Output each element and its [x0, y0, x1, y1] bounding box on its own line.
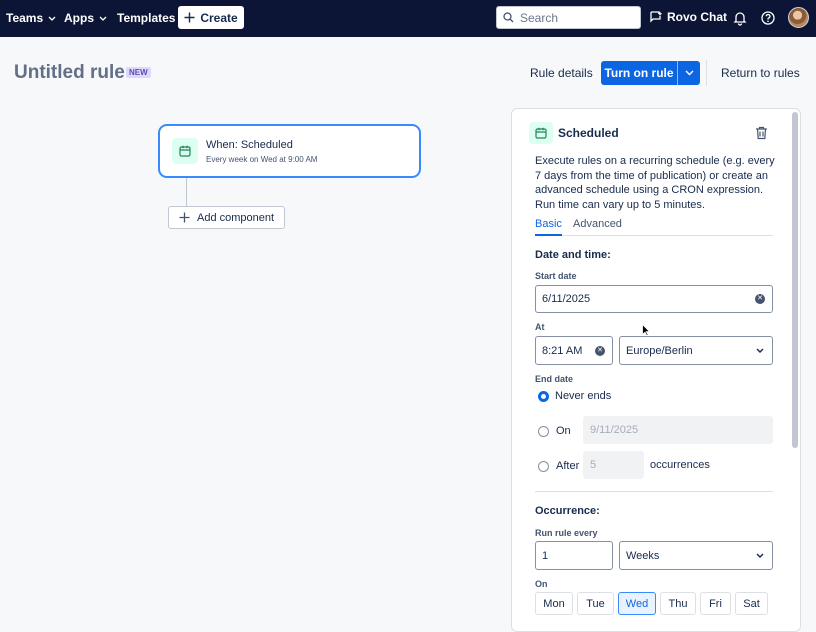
chevron-down-icon	[99, 16, 107, 21]
day-fri[interactable]: Fri	[700, 592, 731, 615]
end-on-option[interactable]: On	[538, 425, 571, 437]
nav-templates[interactable]: Templates	[117, 11, 175, 25]
search-input[interactable]: Search	[496, 6, 641, 29]
top-navigation: Teams Apps Templates Create Search Rovo …	[0, 0, 816, 37]
occurrence-heading: Occurrence:	[535, 505, 600, 517]
end-on-date-value: 9/11/2025	[590, 424, 639, 436]
search-icon	[503, 12, 514, 23]
end-on-label: On	[556, 425, 571, 437]
panel-title: Scheduled	[558, 126, 619, 140]
end-date-label: End date	[535, 374, 574, 384]
return-to-rules-button[interactable]: Return to rules	[721, 66, 800, 80]
rovo-chat-icon	[650, 11, 663, 23]
rovo-chat-label: Rovo Chat	[667, 10, 727, 24]
run-every-unit-select[interactable]: Weeks	[619, 541, 773, 570]
chevron-down-icon	[48, 16, 56, 21]
rule-details-button[interactable]: Rule details	[530, 66, 593, 80]
time-value: 8:21 AM	[542, 344, 583, 357]
end-after-radio[interactable]	[538, 460, 549, 472]
trash-icon[interactable]	[755, 126, 768, 140]
turn-on-dropdown-button[interactable]	[677, 61, 700, 85]
never-ends-label: Never ends	[555, 390, 612, 402]
trigger-title: When: Scheduled	[206, 139, 293, 151]
calendar-icon	[535, 127, 547, 139]
trigger-icon-container	[172, 138, 198, 164]
day-tue[interactable]: Tue	[577, 592, 614, 615]
panel-scrollbar[interactable]	[792, 112, 798, 448]
turn-on-rule-split-button: Turn on rule	[601, 61, 700, 85]
section-divider	[535, 491, 773, 492]
day-mon[interactable]: Mon	[535, 592, 573, 615]
trigger-card[interactable]: When: Scheduled Every week on Wed at 9:0…	[158, 124, 421, 178]
rovo-chat-button[interactable]: Rovo Chat	[650, 10, 727, 24]
on-days-label: On	[535, 579, 548, 589]
end-never-option[interactable]: Never ends	[538, 390, 611, 402]
add-component-label: Add component	[197, 211, 275, 224]
run-every-label: Run rule every	[535, 528, 598, 538]
run-every-value: 1	[542, 549, 549, 562]
end-on-radio[interactable]	[538, 425, 549, 437]
create-button[interactable]: Create	[178, 6, 244, 29]
new-badge: NEW	[126, 67, 151, 78]
panel-description: Execute rules on a recurring schedule (e…	[535, 155, 775, 211]
end-after-option[interactable]: After	[538, 460, 579, 472]
chevron-down-icon	[756, 553, 764, 558]
panel-tabs: Basic Advanced	[535, 218, 773, 236]
chevron-down-icon	[685, 70, 693, 76]
turn-on-rule-button[interactable]: Turn on rule	[601, 61, 677, 85]
search-placeholder: Search	[520, 10, 559, 25]
occurrences-label: occurrences	[650, 459, 710, 471]
occurrences-count-field[interactable]: 5	[583, 451, 644, 479]
page-title[interactable]: Untitled rule	[14, 62, 125, 84]
panel-icon-container	[529, 122, 553, 144]
time-field[interactable]: 8:21 AM ✕	[535, 336, 613, 365]
tab-advanced[interactable]: Advanced	[573, 218, 622, 230]
avatar[interactable]	[788, 7, 809, 28]
end-after-label: After	[556, 460, 580, 472]
add-component-button[interactable]: Add component	[168, 206, 285, 229]
nav-teams-label: Teams	[6, 11, 44, 25]
start-date-field[interactable]: 6/11/2025 ✕	[535, 285, 773, 313]
run-every-input[interactable]: 1	[535, 541, 613, 570]
header-divider	[706, 60, 707, 86]
at-label: At	[535, 322, 545, 332]
tab-basic[interactable]: Basic	[535, 218, 562, 236]
help-icon[interactable]	[760, 10, 776, 26]
nav-teams[interactable]: Teams	[6, 11, 56, 25]
nav-apps[interactable]: Apps	[64, 11, 107, 25]
connector-line	[186, 178, 187, 207]
weekday-selector: Mon Tue Wed Thu Fri Sat	[535, 592, 768, 615]
day-thu[interactable]: Thu	[660, 592, 696, 615]
start-date-label: Start date	[535, 271, 577, 281]
occurrences-count-value: 5	[590, 459, 597, 471]
chevron-down-icon	[756, 348, 764, 353]
date-time-heading: Date and time:	[535, 249, 611, 261]
plus-icon	[179, 212, 190, 223]
day-sat[interactable]: Sat	[735, 592, 768, 615]
day-wed[interactable]: Wed	[618, 592, 656, 615]
bell-icon[interactable]	[732, 10, 748, 26]
calendar-icon	[179, 145, 191, 157]
nav-apps-label: Apps	[64, 11, 94, 25]
never-ends-radio[interactable]	[538, 390, 549, 402]
timezone-value: Europe/Berlin	[626, 344, 693, 357]
mouse-cursor-icon	[642, 324, 650, 336]
start-date-value: 6/11/2025	[542, 293, 591, 305]
create-button-label: Create	[200, 10, 238, 25]
end-on-date-field[interactable]: 9/11/2025	[583, 416, 773, 444]
trigger-subtitle: Every week on Wed at 9:00 AM	[206, 155, 318, 164]
timezone-select[interactable]: Europe/Berlin	[619, 336, 773, 365]
run-every-unit-value: Weeks	[626, 549, 660, 562]
plus-icon	[184, 12, 195, 23]
clear-icon[interactable]: ✕	[595, 345, 605, 356]
clear-icon[interactable]: ✕	[755, 294, 765, 304]
